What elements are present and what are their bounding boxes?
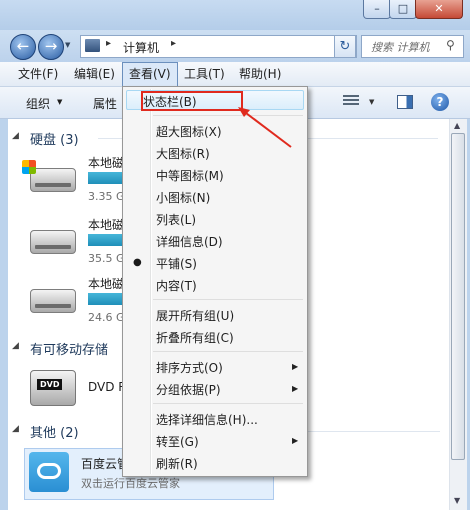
menu-file[interactable]: 文件(F) <box>12 62 64 86</box>
cloud-app-icon <box>29 452 69 492</box>
menu-separator <box>153 351 303 352</box>
annotation-arrow-icon <box>238 107 292 148</box>
menu-help[interactable]: 帮助(H) <box>233 62 287 86</box>
submenu-arrow-icon: ▶ <box>292 436 299 445</box>
title-bar: – □ ✕ <box>0 0 470 30</box>
menu-separator <box>153 299 303 300</box>
submenu-arrow-icon: ▶ <box>292 362 299 371</box>
search-input[interactable]: 搜索 计算机 ⚲ <box>361 35 464 58</box>
group-label: 有可移动存储 <box>30 343 109 358</box>
explorer-window: – □ ✕ ← → ▼ ▸ 计算机 ▸ ▾ ↻ 搜索 计算机 ⚲ 文件(F) 编… <box>0 0 470 510</box>
menu-item-choose-details[interactable]: 选择详细信息(H)... <box>156 411 258 428</box>
navigation-bar: ← → ▼ ▸ 计算机 ▸ ▾ ↻ 搜索 计算机 ⚲ <box>0 30 470 62</box>
collapse-triangle-icon[interactable]: ◢ <box>12 131 19 141</box>
group-header-hdd[interactable]: ◢ 硬盘 (3) <box>12 129 79 148</box>
menu-item-list[interactable]: 列表(L) <box>156 211 196 228</box>
group-label: 其他 (2) <box>30 426 79 441</box>
annotation-highlight-box <box>141 91 243 111</box>
chevron-right-icon[interactable]: ▸ <box>106 38 111 49</box>
menu-item-large-icons[interactable]: 大图标(R) <box>156 145 210 162</box>
scrollbar-thumb[interactable] <box>451 133 465 460</box>
maximize-button[interactable]: □ <box>389 0 417 19</box>
hard-drive-icon <box>30 168 76 192</box>
menu-bar: 文件(F) 编辑(E) 查看(V) 工具(T) 帮助(H) <box>0 62 470 87</box>
menu-item-collapse-all-groups[interactable]: 折叠所有组(C) <box>156 329 234 346</box>
search-placeholder: 搜索 计算机 <box>371 41 430 54</box>
dvd-drive-icon: DVD <box>30 370 76 406</box>
menu-edit[interactable]: 编辑(E) <box>68 62 121 86</box>
menu-item-expand-all-groups[interactable]: 展开所有组(U) <box>156 307 234 324</box>
menu-item-group-by[interactable]: 分组依据(P) <box>156 381 221 398</box>
computer-icon <box>85 39 100 52</box>
address-location[interactable]: 计算机 <box>123 39 159 56</box>
scroll-up-icon[interactable]: ▲ <box>454 121 460 130</box>
menu-item-extra-large-icons[interactable]: 超大图标(X) <box>156 123 222 140</box>
minimize-button[interactable]: – <box>363 0 391 19</box>
group-header-removable[interactable]: ◢ 有可移动存储 <box>12 339 109 358</box>
close-button[interactable]: ✕ <box>415 0 463 19</box>
collapse-triangle-icon[interactable]: ◢ <box>12 341 19 351</box>
recent-pages-dropdown[interactable]: ▼ <box>65 41 70 49</box>
refresh-button[interactable]: ↻ <box>334 35 356 58</box>
menu-item-details[interactable]: 详细信息(D) <box>156 233 223 250</box>
dvd-logo: DVD <box>37 379 63 390</box>
chevron-right-icon[interactable]: ▸ <box>171 38 176 49</box>
change-view-icon[interactable] <box>343 95 359 109</box>
menu-separator <box>153 403 303 404</box>
windows-logo-icon <box>22 160 36 174</box>
group-header-other[interactable]: ◢ 其他 (2) <box>12 422 79 441</box>
chevron-down-icon[interactable]: ▼ <box>57 98 62 106</box>
vertical-scrollbar[interactable]: ▲ ▼ <box>449 119 467 510</box>
properties-button[interactable]: 属性 <box>93 95 117 112</box>
search-icon[interactable]: ⚲ <box>446 38 455 52</box>
collapse-triangle-icon[interactable]: ◢ <box>12 424 19 434</box>
preview-pane-icon[interactable] <box>397 95 413 109</box>
organize-button[interactable]: 组织 <box>26 95 50 112</box>
scroll-down-icon[interactable]: ▼ <box>454 496 460 505</box>
menu-item-sort-by[interactable]: 排序方式(O) <box>156 359 223 376</box>
menu-tools[interactable]: 工具(T) <box>178 62 231 86</box>
chevron-down-icon[interactable]: ▼ <box>369 98 374 106</box>
menu-item-content[interactable]: 内容(T) <box>156 277 197 294</box>
menu-item-medium-icons[interactable]: 中等图标(M) <box>156 167 224 184</box>
address-bar[interactable]: ▸ 计算机 ▸ ▾ <box>80 35 357 58</box>
forward-button[interactable]: → <box>38 34 64 60</box>
group-divider <box>308 431 440 432</box>
menu-item-go-to[interactable]: 转至(G) <box>156 433 199 450</box>
app-description: 双击运行百度云管家 <box>81 477 180 490</box>
hard-drive-icon <box>30 230 76 254</box>
group-label: 硬盘 (3) <box>30 133 79 148</box>
menu-item-tiles[interactable]: 平铺(S) <box>156 255 197 272</box>
menu-gutter <box>150 89 152 474</box>
menu-item-refresh[interactable]: 刷新(R) <box>156 455 198 472</box>
hard-drive-icon <box>30 289 76 313</box>
menu-item-small-icons[interactable]: 小图标(N) <box>156 189 210 206</box>
submenu-arrow-icon: ▶ <box>292 384 299 393</box>
radio-selected-icon: ● <box>133 257 142 268</box>
back-button[interactable]: ← <box>10 34 36 60</box>
help-icon[interactable]: ? <box>431 93 449 111</box>
menu-view[interactable]: 查看(V) <box>122 62 178 86</box>
